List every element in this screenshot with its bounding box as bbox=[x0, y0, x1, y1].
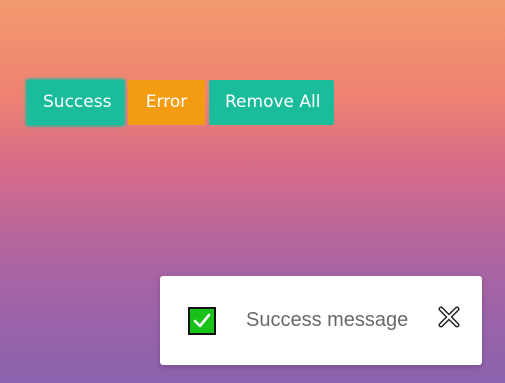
toast-message: Success message bbox=[246, 309, 409, 331]
remove-all-button[interactable]: Remove All bbox=[209, 80, 334, 125]
toast-controls: Success Error Remove All bbox=[27, 80, 334, 125]
close-icon[interactable] bbox=[436, 304, 462, 330]
check-box-icon bbox=[188, 307, 216, 335]
success-toast: Success message bbox=[160, 276, 482, 365]
error-button[interactable]: Error bbox=[128, 80, 205, 125]
success-button[interactable]: Success bbox=[27, 80, 124, 125]
